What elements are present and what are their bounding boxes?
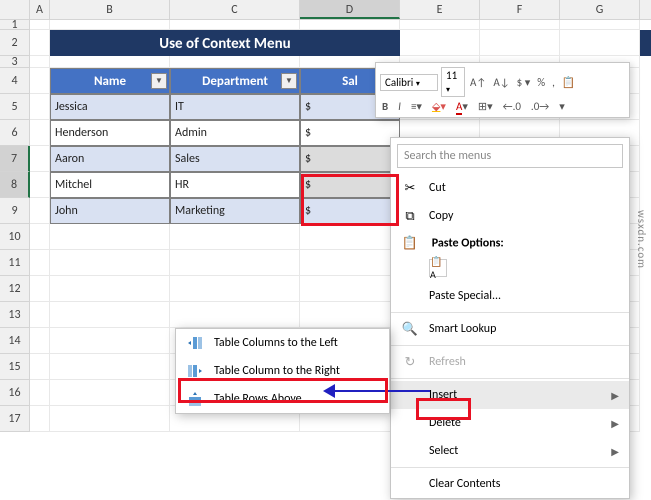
table-cell[interactable]: Admin [170, 120, 300, 146]
col-header-D[interactable]: D [300, 0, 400, 19]
annotation-arrow [330, 390, 430, 392]
menu-cut[interactable]: ✂ Cut [391, 174, 629, 202]
menu-insert[interactable]: Insert ▶ [391, 381, 629, 409]
table-header-dept[interactable]: Department▼ [170, 68, 300, 94]
copy-icon: ⧉ [401, 207, 419, 225]
col-header-E[interactable]: E [400, 0, 480, 19]
row-header-2[interactable]: 2 [0, 30, 30, 56]
table-cell[interactable]: IT [170, 94, 300, 120]
table-cell[interactable]: Mitchel [50, 172, 170, 198]
merge-icon[interactable]: ▾ [557, 100, 567, 113]
paste-options-label: 📋 Paste Options: [391, 230, 629, 254]
row-header-4[interactable]: 4 [0, 68, 30, 94]
submenu-col-right[interactable]: Table Column to the Right [176, 357, 389, 385]
row-header-16[interactable]: 16 [0, 380, 30, 406]
row-header-13[interactable]: 13 [0, 302, 30, 328]
increase-decimal-icon[interactable]: .0→ [529, 100, 551, 113]
refresh-icon: ↻ [401, 353, 419, 371]
decrease-font-icon[interactable]: A↓ [491, 76, 511, 89]
borders-icon[interactable]: ⊞▾ [476, 100, 495, 113]
fill-color-icon[interactable]: ⬙▾ [430, 100, 448, 113]
mini-toolbar: Calibri ▾ 11 ▾ A↑ A↓ $ ▾ % , 📋 B I ≡▾ ⬙▾… [375, 62, 630, 118]
watermark: wsxdn.com [635, 210, 648, 269]
row-header-3[interactable]: 3 [0, 56, 30, 68]
row-header-14[interactable]: 14 [0, 328, 30, 354]
paste-icon: 📋 [401, 234, 419, 252]
insert-submenu: Table Columns to the Left Table Column t… [175, 328, 390, 414]
dropdown-icon[interactable]: ▼ [151, 73, 167, 89]
submenu-label: Table Column to the Right [214, 364, 379, 378]
row-header-6[interactable]: 6 [0, 120, 30, 146]
row-header-5[interactable]: 5 [0, 94, 30, 120]
font-size-selector[interactable]: 11 ▾ [441, 67, 465, 97]
table-header-name[interactable]: Name▼ [50, 68, 170, 94]
menu-paste-option[interactable]: 📋A [391, 254, 629, 282]
select-all-corner[interactable] [0, 0, 30, 19]
submenu-label: Table Rows Above [214, 392, 379, 406]
insert-rows-above-icon [186, 390, 204, 408]
table-cell[interactable]: Sales [170, 146, 300, 172]
bold-button[interactable]: B [380, 100, 390, 113]
col-header-A[interactable]: A [30, 0, 50, 19]
menu-delete[interactable]: Delete ▶ [391, 409, 629, 437]
font-color-icon[interactable]: A▾ [454, 100, 470, 113]
font-selector[interactable]: Calibri ▾ [380, 74, 438, 91]
italic-button[interactable]: I [396, 100, 403, 113]
dropdown-icon[interactable]: ▼ [281, 73, 297, 89]
row-header-11[interactable]: 11 [0, 250, 30, 276]
chevron-right-icon: ▶ [611, 389, 619, 402]
menu-copy[interactable]: ⧉ Copy [391, 202, 629, 230]
row-header-12[interactable]: 12 [0, 276, 30, 302]
table-cell[interactable]: John [50, 198, 170, 224]
col-header-G[interactable]: G [560, 0, 640, 19]
table-cell-selected[interactable]: $ [300, 172, 400, 198]
col-header-F[interactable]: F [480, 0, 560, 19]
submenu-cols-left[interactable]: Table Columns to the Left [176, 329, 389, 357]
table-cell[interactable]: Aaron [50, 146, 170, 172]
submenu-label: Table Columns to the Left [214, 336, 379, 350]
table-cell[interactable]: HR [170, 172, 300, 198]
chevron-right-icon: ▶ [611, 417, 619, 430]
row-header-17[interactable]: 17 [0, 406, 30, 432]
row-header-7[interactable]: 7 [0, 146, 30, 172]
table-cell-selected[interactable]: $ [300, 146, 400, 172]
cut-icon: ✂ [401, 179, 419, 197]
table-cell[interactable]: Henderson [50, 120, 170, 146]
title-cell: Use of Context Menu [50, 30, 400, 56]
col-header-B[interactable]: B [50, 0, 170, 19]
table-cell[interactable]: Jessica [50, 94, 170, 120]
row-header-15[interactable]: 15 [0, 354, 30, 380]
menu-select[interactable]: Select ▶ [391, 437, 629, 465]
percent-icon[interactable]: % [535, 76, 547, 89]
insert-columns-left-icon [186, 334, 204, 352]
annotation-arrow-head [323, 384, 335, 398]
menu-clear-contents[interactable]: Clear Contents [391, 470, 629, 498]
align-icon[interactable]: ≡▾ [409, 100, 424, 113]
row-header-8[interactable]: 8 [0, 172, 30, 198]
menu-refresh: ↻ Refresh [391, 348, 629, 376]
paste-keep-source-icon: 📋A [429, 259, 447, 277]
row-header-10[interactable]: 10 [0, 224, 30, 250]
smart-lookup-icon: 🔍 [401, 320, 419, 338]
comma-icon[interactable]: , [550, 76, 557, 89]
context-menu: Search the menus ✂ Cut ⧉ Copy 📋 Paste Op… [390, 137, 630, 499]
search-menus-input[interactable]: Search the menus [397, 144, 623, 168]
format-painter-icon[interactable]: 📋 [560, 76, 578, 89]
row-header-9[interactable]: 9 [0, 198, 30, 224]
currency-icon[interactable]: $ ▾ [515, 76, 533, 89]
menu-smart-lookup[interactable]: 🔍 Smart Lookup [391, 315, 629, 343]
table-cell[interactable]: Marketing [170, 198, 300, 224]
table-cell[interactable]: $ [300, 198, 400, 224]
decrease-decimal-icon[interactable]: ←.0 [501, 100, 523, 113]
insert-column-right-icon [186, 362, 204, 380]
increase-font-icon[interactable]: A↑ [468, 76, 488, 89]
row-header-1[interactable]: 1 [0, 20, 30, 30]
column-headers: A B C D E F G [0, 0, 651, 20]
col-header-C[interactable]: C [170, 0, 300, 19]
menu-paste-special[interactable]: Paste Special... [391, 282, 629, 310]
chevron-right-icon: ▶ [611, 445, 619, 458]
table-cell[interactable]: $ [300, 120, 400, 146]
